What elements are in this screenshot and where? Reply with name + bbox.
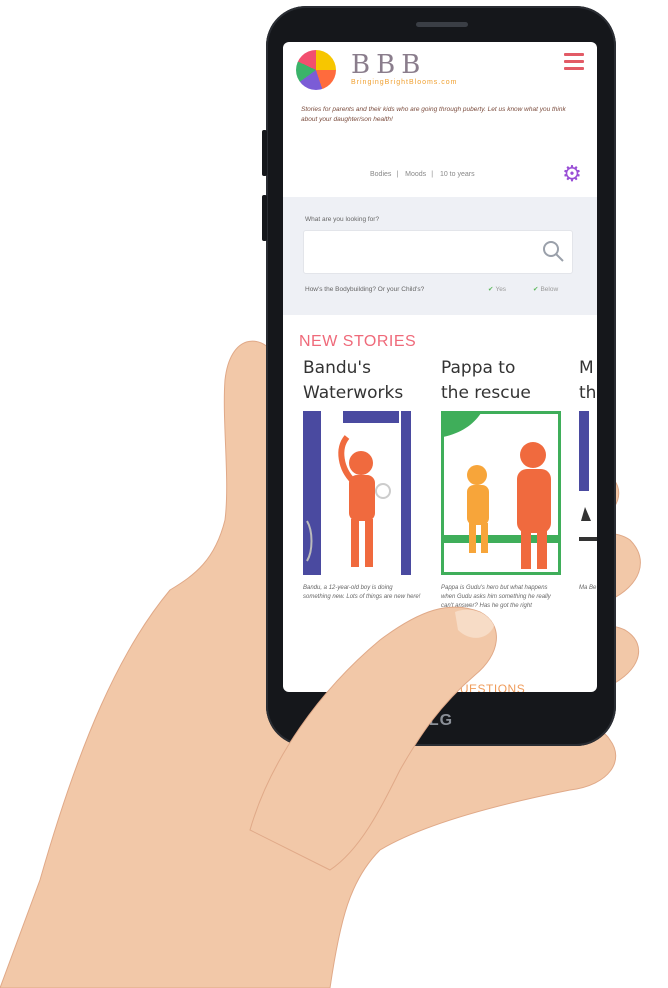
thumb: [249, 606, 497, 871]
